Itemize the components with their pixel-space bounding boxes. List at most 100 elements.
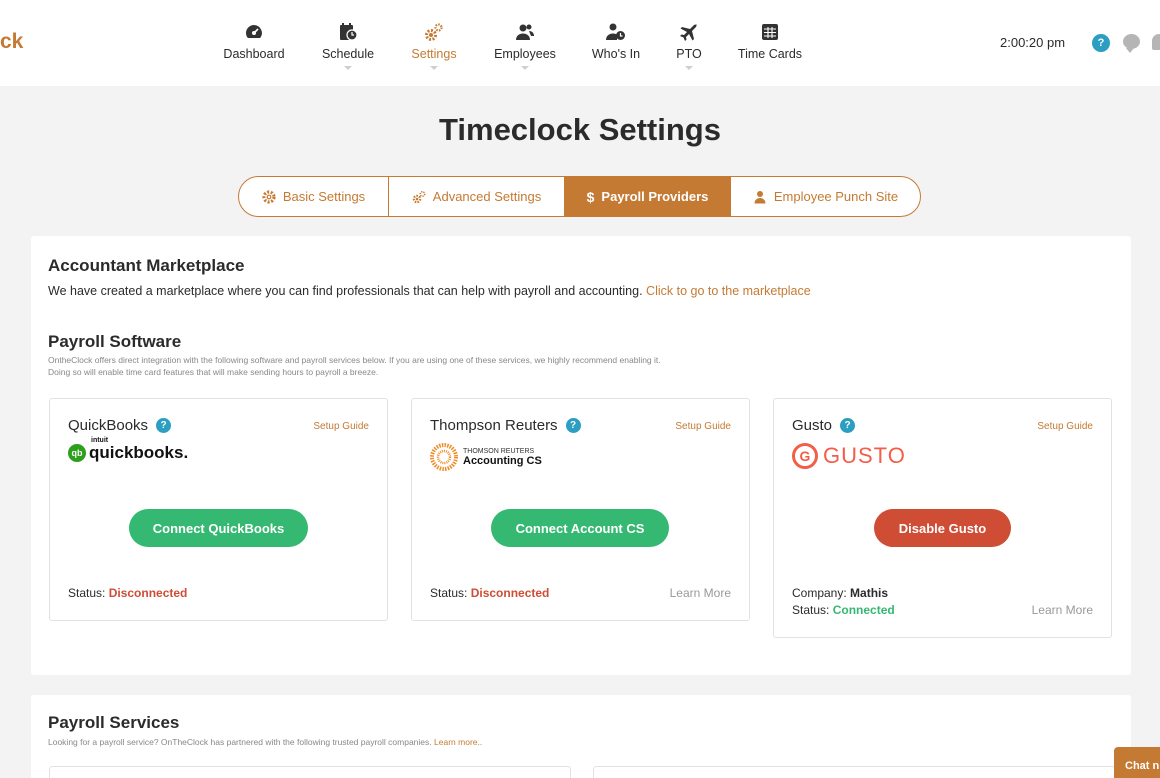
marketplace-title: Accountant Marketplace [48, 256, 245, 275]
marketplace-text: We have created a marketplace where you … [48, 284, 811, 298]
nav-label: Time Cards [737, 47, 803, 61]
user-clock-icon [606, 23, 625, 40]
status-label: Status: [430, 586, 468, 600]
chevron-down-icon [521, 66, 529, 70]
description-line: OntheClock offers direct integration wit… [48, 355, 661, 365]
logo-small-text: intuit [91, 437, 109, 444]
description-text: Looking for a payroll service? OnTheCloc… [48, 737, 432, 747]
logo-main-text: quickbooks. [89, 443, 189, 462]
status-value: Disconnected [470, 586, 550, 600]
help-icon[interactable]: ? [1092, 34, 1110, 52]
help-icon[interactable]: ? [840, 418, 856, 433]
nav-label: Employees [494, 47, 556, 61]
help-icon[interactable]: ? [156, 418, 172, 433]
plane-icon [680, 24, 697, 41]
users-icon [516, 24, 534, 40]
nav-time-cards[interactable]: Time Cards [737, 22, 803, 61]
page-title: Timeclock Settings [439, 112, 721, 147]
quickbooks-logo: qb intuit quickbooks. [68, 437, 189, 463]
tab-label: Payroll Providers [601, 189, 709, 204]
qb-circle-icon: qb [68, 444, 86, 462]
status-value: Connected [832, 603, 895, 617]
learn-more-link[interactable]: Learn More [1032, 603, 1093, 617]
learn-more-link[interactable]: Learn More [670, 586, 731, 600]
service-card [593, 766, 1115, 778]
payroll-software-description: OntheClock offers direct integration wit… [48, 354, 661, 378]
nav-label: Schedule [321, 47, 375, 61]
tab-label: Employee Punch Site [773, 189, 899, 204]
learn-more-link[interactable]: Learn more.. [434, 737, 482, 747]
nav-pto[interactable]: PTO [673, 22, 705, 70]
card-title-text: Thompson Reuters [430, 417, 558, 434]
gusto-card: Gusto ? Setup Guide G GUSTO Disable Gust… [773, 398, 1112, 638]
payroll-services-title: Payroll Services [48, 713, 180, 732]
status-label: Status: [792, 603, 830, 617]
status-label: Status: [68, 586, 106, 600]
logo-main-text: GUSTO [823, 443, 906, 468]
chat-now-button[interactable]: Chat n [1114, 747, 1160, 778]
status-line: Status: Connected [792, 603, 895, 617]
help-icon[interactable]: ? [565, 418, 581, 433]
top-nav: ck Dashboard Schedule Settings Employees… [0, 0, 1160, 86]
setup-guide-link[interactable]: Setup Guide [675, 421, 731, 432]
chat-bubble-icon[interactable] [1123, 34, 1140, 53]
tab-basic-settings[interactable]: Basic Settings [239, 177, 389, 216]
marketplace-link[interactable]: Click to go to the marketplace [646, 284, 811, 298]
nav-label: Settings [411, 47, 457, 61]
chevron-down-icon [430, 66, 438, 70]
nav-schedule[interactable]: Schedule [320, 22, 376, 70]
quickbooks-card: QuickBooks ? Setup Guide qb intuit quick… [49, 398, 388, 621]
tab-payroll-providers[interactable]: $ Payroll Providers [565, 177, 731, 216]
tab-advanced-settings[interactable]: Advanced Settings [389, 177, 565, 216]
thomson-reuters-sunburst-icon [430, 443, 458, 471]
logo-small-text: THOMSON REUTERS [463, 447, 535, 455]
marketplace-description: We have created a marketplace where you … [48, 284, 643, 298]
payroll-services-panel: Payroll Services Looking for a payroll s… [31, 695, 1131, 778]
nav-label: Who's In [591, 47, 641, 61]
payroll-providers-panel: Accountant Marketplace We have created a… [31, 236, 1131, 675]
gear-icon [262, 189, 276, 204]
nav-label: Dashboard [223, 47, 285, 61]
thomson-reuters-logo: THOMSON REUTERS Accounting CS [430, 443, 542, 471]
logo-text-group: intuit quickbooks. [89, 437, 189, 463]
bell-icon[interactable] [1152, 34, 1160, 50]
logo[interactable]: ck [0, 30, 23, 54]
user-icon [754, 190, 766, 203]
payroll-services-description: Looking for a payroll service? OnTheCloc… [48, 736, 482, 748]
nav-employees[interactable]: Employees [493, 22, 557, 70]
company-label: Company: [792, 586, 847, 600]
tab-employee-punch-site[interactable]: Employee Punch Site [731, 177, 920, 216]
logo-text-group: THOMSON REUTERS Accounting CS [463, 448, 542, 467]
connect-quickbooks-button[interactable]: Connect QuickBooks [129, 509, 308, 547]
disable-gusto-button[interactable]: Disable Gusto [874, 509, 1011, 547]
chevron-down-icon [344, 66, 352, 70]
setup-guide-link[interactable]: Setup Guide [313, 421, 369, 432]
tab-label: Basic Settings [282, 189, 366, 204]
calendar-clock-icon [340, 23, 358, 41]
card-title: Gusto ? [792, 417, 856, 434]
card-title: QuickBooks ? [68, 417, 172, 434]
company-line: Company: Mathis [792, 586, 888, 600]
nav-whos-in[interactable]: Who's In [591, 22, 641, 61]
settings-tabs: Basic Settings Advanced Settings $ Payro… [238, 176, 921, 217]
chevron-down-icon [685, 66, 693, 70]
clock: 2:00:20 pm [1000, 35, 1066, 50]
nav-dashboard[interactable]: Dashboard [223, 22, 285, 61]
card-title-text: QuickBooks [68, 417, 149, 434]
description-line: Doing so will enable time card features … [48, 367, 379, 377]
payroll-software-title: Payroll Software [48, 332, 182, 351]
setup-guide-link[interactable]: Setup Guide [1037, 421, 1093, 432]
nav-settings[interactable]: Settings [409, 22, 459, 70]
status-value: Disconnected [108, 586, 188, 600]
connect-account-cs-button[interactable]: Connect Account CS [491, 509, 669, 547]
logo-main-text: Accounting CS [463, 454, 542, 467]
status-line: Status: Disconnected [430, 586, 549, 600]
company-value: Mathis [850, 586, 889, 600]
dashboard-gauge-icon [246, 25, 262, 38]
thompson-reuters-card: Thompson Reuters ? Setup Guide THOMSON R… [411, 398, 750, 621]
card-title: Thompson Reuters ? [430, 417, 581, 434]
status-line: Status: Disconnected [68, 586, 187, 600]
dollar-icon: $ [586, 188, 595, 205]
gears-icon [425, 23, 443, 41]
table-icon [762, 24, 778, 40]
